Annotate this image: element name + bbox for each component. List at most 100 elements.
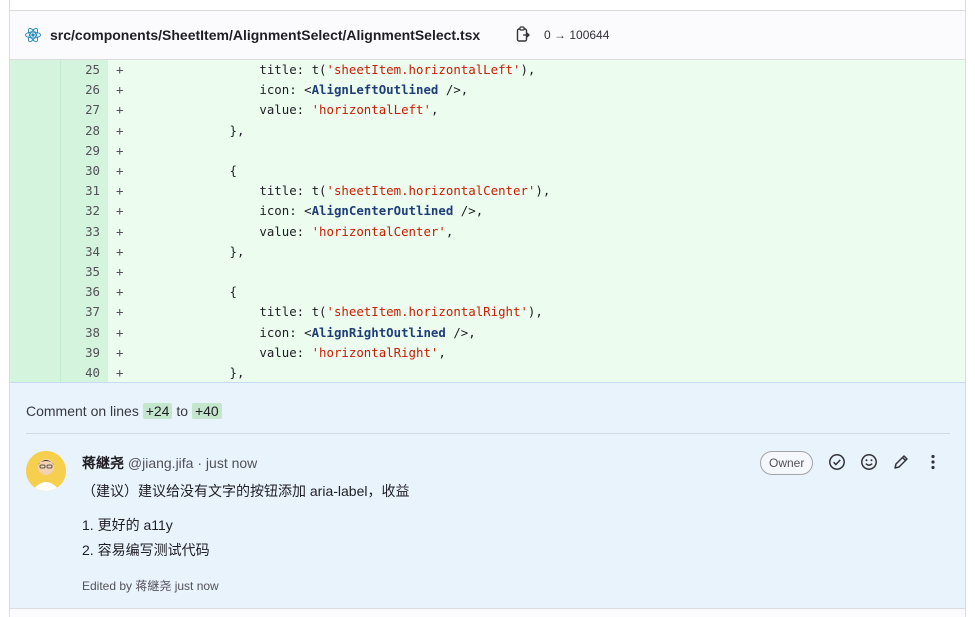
- new-line-number[interactable]: 36: [60, 282, 100, 302]
- code-text: icon: <AlignLeftOutlined />,: [140, 80, 468, 100]
- diff-file-frame: src/components/SheetItem/AlignmentSelect…: [9, 0, 966, 617]
- code-token: 'sheetItem.horizontalLeft': [326, 62, 521, 77]
- new-line-number[interactable]: 27: [60, 100, 100, 120]
- new-line-number[interactable]: 34: [60, 242, 100, 262]
- added-line-marker: +: [116, 304, 124, 320]
- new-line-number[interactable]: 29: [60, 141, 100, 161]
- code-text: title: t('sheetItem.horizontalCenter'),: [140, 181, 550, 201]
- code-token: 'horizontalLeft': [311, 102, 431, 118]
- diff-line: 39 + value: 'horizontalRight',: [10, 343, 965, 363]
- diff-line: 38 + icon: <AlignRightOutlined />,: [10, 323, 965, 343]
- code-text: {: [140, 161, 237, 181]
- added-line-marker: +: [116, 122, 124, 138]
- new-line-number[interactable]: 26: [60, 80, 100, 100]
- diff-line: 25 + title: t('sheetItem.horizontalLeft')…: [10, 60, 965, 80]
- diff-line: 32 + icon: <AlignCenterOutlined />,: [10, 201, 965, 221]
- code-token: icon: <: [140, 324, 312, 340]
- added-line-marker: +: [116, 62, 124, 77]
- edited-note: Edited by 蒋継尧 just now: [82, 579, 219, 593]
- new-line-number[interactable]: 32: [60, 201, 100, 221]
- comment-list: 1. 更好的 a11y 2. 容易编写测试代码: [82, 516, 210, 566]
- code-token: />,: [438, 82, 469, 98]
- code-token: {: [140, 284, 237, 300]
- code-token: AlignCenterOutlined: [311, 203, 454, 219]
- range-start-badge: +24: [142, 403, 173, 419]
- added-line-marker: +: [116, 142, 124, 158]
- code-token: title: t(: [140, 62, 327, 77]
- code-text: value: 'horizontalRight',: [140, 343, 446, 363]
- code-token: icon: <: [140, 203, 312, 219]
- code-text: },: [140, 363, 245, 382]
- resolve-thread-button[interactable]: [827, 452, 847, 472]
- diff-line: 33 + value: 'horizontalCenter',: [10, 222, 965, 242]
- added-line-marker: +: [116, 284, 124, 300]
- diff-line: 40 + },: [10, 363, 965, 382]
- code-text: value: 'horizontalCenter',: [140, 222, 453, 242]
- new-line-number[interactable]: 40: [60, 363, 100, 382]
- comment-range-prefix: Comment on lines: [26, 403, 139, 419]
- diff-line: 37 + title: t('sheetItem.horizontalRight'…: [10, 302, 965, 322]
- comment-time[interactable]: just now: [206, 455, 257, 471]
- added-line-marker: +: [116, 243, 124, 259]
- added-line-marker: +: [116, 163, 124, 178]
- added-line-marker: +: [116, 365, 124, 380]
- comment-range-joiner: to: [176, 403, 189, 419]
- file-path-link[interactable]: src/components/SheetItem/AlignmentSelect…: [50, 27, 480, 43]
- code-token: value:: [140, 344, 312, 360]
- meta-separator: ·: [197, 455, 203, 471]
- code-token: ),: [520, 62, 536, 77]
- edit-comment-button[interactable]: [891, 452, 911, 472]
- diff-content: 25 + title: t('sheetItem.horizontalLeft')…: [10, 60, 965, 382]
- comment-range: Comment on lines +24 to +40: [26, 403, 222, 419]
- code-text: value: 'horizontalLeft',: [140, 100, 438, 120]
- code-token: 'sheetItem.horizontalRight': [326, 304, 528, 320]
- code-text: icon: <AlignRightOutlined />,: [140, 323, 476, 343]
- code-token: {: [140, 163, 237, 178]
- diff-line: 35 +: [10, 262, 965, 282]
- new-line-number[interactable]: 31: [60, 181, 100, 201]
- range-end-badge: +40: [191, 403, 222, 419]
- code-token: 'sheetItem.horizontalCenter': [326, 183, 536, 199]
- diff-line: 26 + icon: <AlignLeftOutlined />,: [10, 80, 965, 100]
- code-token: icon: <: [140, 82, 312, 98]
- new-line-number[interactable]: 37: [60, 302, 100, 322]
- code-text: },: [140, 242, 245, 262]
- code-token: 'horizontalRight': [311, 344, 439, 360]
- more-actions-button[interactable]: [923, 452, 943, 472]
- diff-line: 29 +: [10, 141, 965, 161]
- code-text: {: [140, 282, 237, 302]
- code-token: ,: [438, 344, 446, 360]
- avatar[interactable]: [26, 451, 66, 491]
- file-mode-change: 0 → 100644: [544, 28, 610, 42]
- code-token: },: [140, 122, 245, 138]
- add-reaction-button[interactable]: [859, 452, 879, 472]
- author-handle[interactable]: @jiang.jifa: [128, 455, 194, 471]
- code-token: ),: [535, 183, 551, 199]
- comment-author: 蒋継尧 @jiang.jifa · just now: [82, 453, 257, 473]
- added-line-marker: +: [116, 183, 124, 199]
- code-token: ),: [527, 304, 543, 320]
- avatar-image: [26, 451, 66, 491]
- list-item: 2. 容易编写测试代码: [82, 542, 210, 558]
- list-item: 1. 更好的 a11y: [82, 517, 173, 533]
- new-line-number[interactable]: 30: [60, 161, 100, 181]
- code-token: title: t(: [140, 183, 327, 199]
- new-line-number[interactable]: 28: [60, 121, 100, 141]
- new-line-number[interactable]: 39: [60, 343, 100, 363]
- code-token: value:: [140, 223, 312, 239]
- added-line-marker: +: [116, 102, 124, 118]
- more-actions-icon: [931, 454, 935, 470]
- new-line-number[interactable]: 35: [60, 262, 100, 282]
- new-line-number[interactable]: 25: [60, 60, 100, 80]
- added-line-marker: +: [116, 264, 124, 279]
- code-text: title: t('sheetItem.horizontalLeft'),: [140, 60, 535, 80]
- code-token: />,: [445, 324, 476, 340]
- owner-badge: Owner: [760, 451, 814, 475]
- code-token: },: [140, 365, 245, 380]
- diff-line: 30 + {: [10, 161, 965, 181]
- copy-path-icon[interactable]: [515, 26, 531, 44]
- thread-footer: [10, 608, 965, 617]
- new-line-number[interactable]: 38: [60, 323, 100, 343]
- new-line-number[interactable]: 33: [60, 222, 100, 242]
- author-name[interactable]: 蒋継尧: [82, 455, 124, 471]
